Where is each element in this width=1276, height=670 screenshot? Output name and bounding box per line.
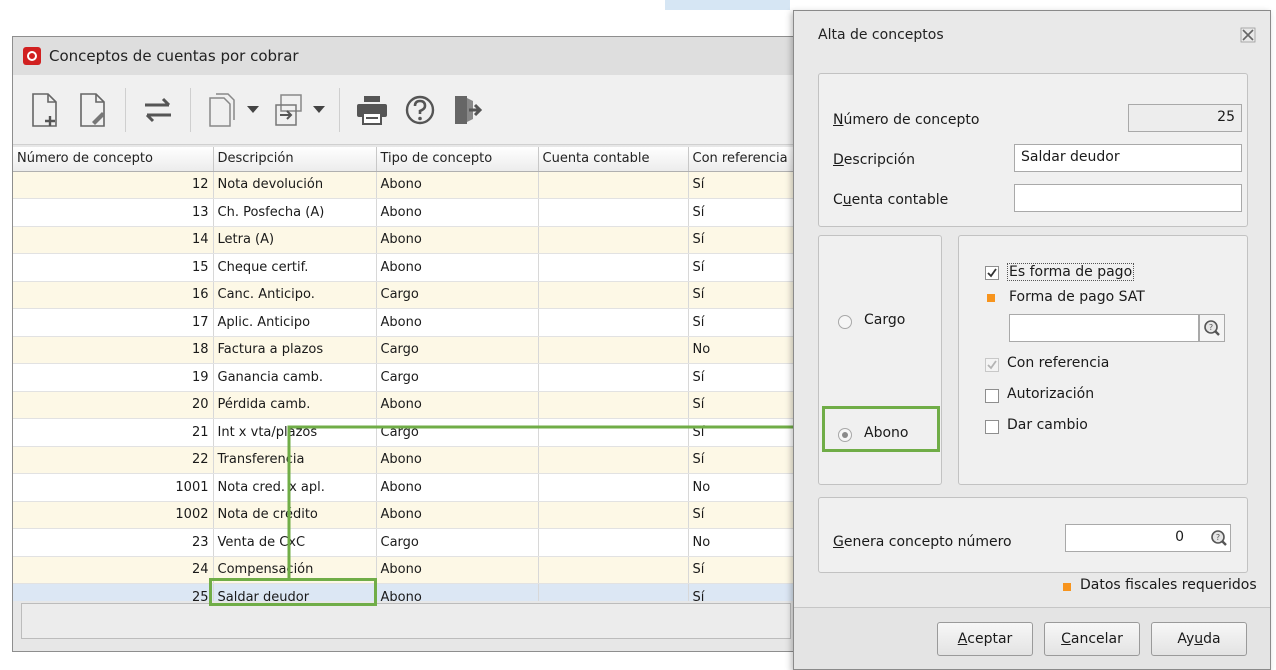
- cargo-label: Cargo: [864, 312, 906, 328]
- cargo-radio[interactable]: [838, 315, 852, 329]
- genera-concepto-label: Genera concepto número: [833, 534, 1012, 550]
- autorizacion-label: Autorización: [1007, 386, 1095, 402]
- dar-cambio-label: Dar cambio: [1007, 417, 1088, 433]
- highlight-selected-description: [209, 578, 377, 606]
- numero-concepto-field: 25: [1128, 104, 1242, 132]
- general-panel: Número de concepto 25 Descripción Saldar…: [818, 73, 1248, 227]
- alta-conceptos-dialog: Alta de conceptos Número de concepto 25 …: [793, 10, 1271, 670]
- dar-cambio-checkbox[interactable]: [985, 420, 999, 434]
- forma-pago-sat-label: Forma de pago SAT: [1009, 289, 1145, 305]
- ayuda-button[interactable]: Ay u da: [1151, 622, 1247, 656]
- cancelar-button[interactable]: Cancelar: [1044, 622, 1140, 656]
- con-referencia-label: Con referencia: [1007, 355, 1110, 371]
- es-forma-pago-checkbox[interactable]: [985, 266, 999, 280]
- descripcion-input[interactable]: Saldar deudor: [1014, 144, 1242, 172]
- forma-pago-panel: Es forma de pago Forma de pago SAT ? Con…: [958, 235, 1248, 485]
- search-lookup-icon[interactable]: ?: [1199, 314, 1225, 342]
- es-forma-pago-label: Es forma de pago: [1007, 263, 1135, 281]
- close-icon[interactable]: [1240, 27, 1256, 43]
- highlight-abono-option: [822, 406, 940, 452]
- datos-fiscales-note: Datos fiscales requeridos: [1080, 577, 1257, 593]
- required-marker-icon: [1063, 583, 1071, 591]
- genera-concepto-input[interactable]: 0: [1065, 524, 1209, 552]
- aceptar-button[interactable]: Aceptar: [937, 622, 1033, 656]
- dialog-button-row: Aceptar Cancelar Ay u da: [794, 607, 1270, 669]
- forma-pago-sat-input[interactable]: [1009, 314, 1199, 342]
- descripcion-label: Descripción: [833, 152, 915, 168]
- svg-text:?: ?: [1215, 533, 1219, 542]
- cuenta-contable-label: Cuenta contable: [833, 192, 949, 208]
- genera-lookup-icon[interactable]: ?: [1207, 524, 1231, 552]
- autorizacion-checkbox[interactable]: [985, 389, 999, 403]
- numero-concepto-label: Número de concepto: [833, 112, 980, 128]
- cuenta-contable-input[interactable]: [1014, 184, 1242, 212]
- dialog-title: Alta de conceptos: [818, 27, 944, 43]
- required-marker-icon: [987, 294, 995, 302]
- svg-text:?: ?: [1209, 323, 1213, 332]
- genera-concepto-panel: Genera concepto número 0 ?: [818, 497, 1248, 573]
- con-referencia-checkbox[interactable]: [985, 358, 999, 372]
